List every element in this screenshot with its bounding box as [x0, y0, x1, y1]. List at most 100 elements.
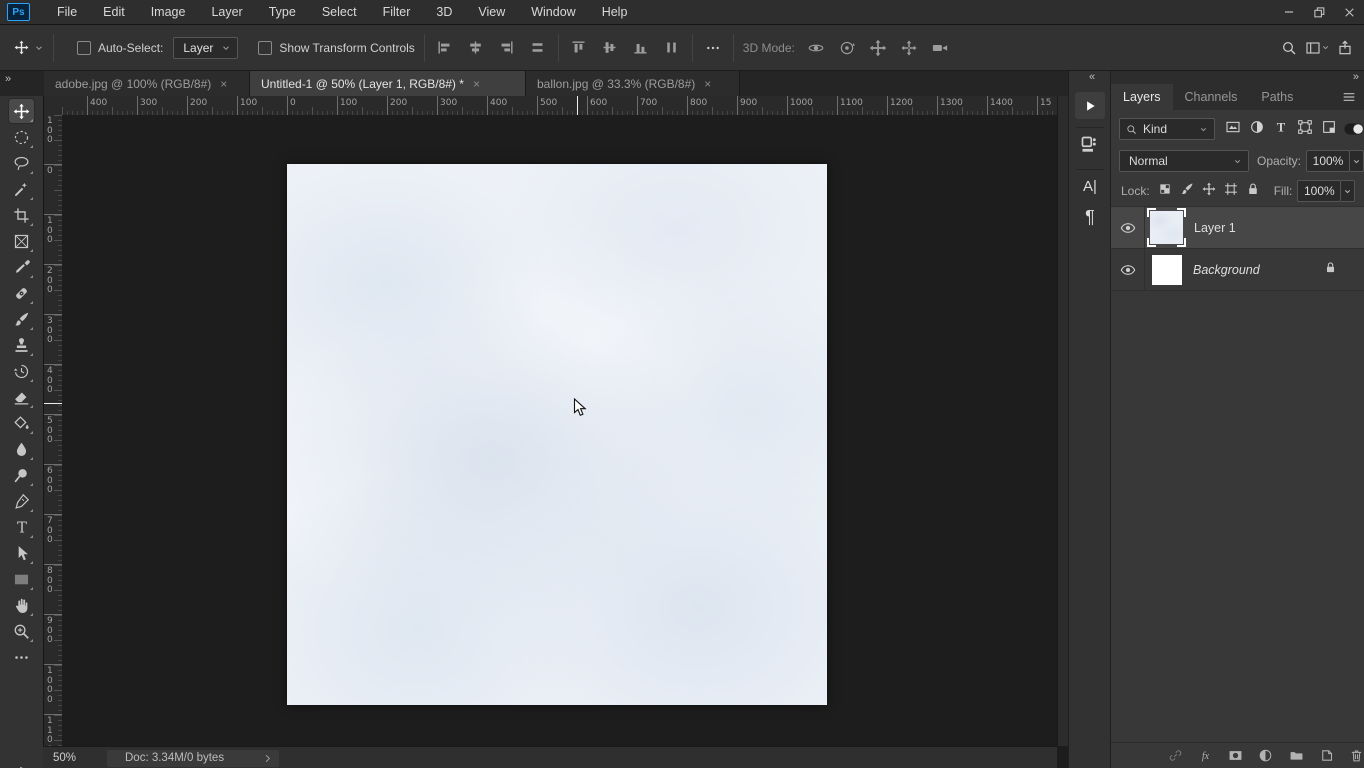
rectangle-tool[interactable] — [9, 567, 34, 591]
actions-panel-button[interactable] — [1075, 92, 1105, 119]
close-button[interactable] — [1334, 0, 1364, 24]
panel-tab-paths[interactable]: Paths — [1249, 84, 1305, 110]
menu-item-edit[interactable]: Edit — [90, 1, 138, 24]
lock-artboard-button[interactable] — [1224, 182, 1238, 201]
character-panel-button[interactable]: A| — [1069, 178, 1111, 195]
align-top-edges-button[interactable] — [568, 37, 590, 59]
filter-toggle-icon[interactable] — [1343, 118, 1364, 140]
pen-tool[interactable] — [9, 489, 34, 513]
fill-value-field[interactable]: 100% — [1297, 180, 1342, 202]
align-left-edges-button[interactable] — [434, 37, 456, 59]
lock-pixels-button[interactable] — [1180, 182, 1194, 201]
menu-item-view[interactable]: View — [465, 1, 518, 24]
distribute-horizontal-centers-button[interactable] — [661, 37, 683, 59]
new-group-button[interactable] — [1288, 747, 1305, 765]
zoom-tool[interactable] — [9, 619, 34, 643]
panel-menu-icon[interactable] — [1341, 89, 1357, 105]
ruler-origin-corner[interactable] — [43, 96, 63, 116]
search-button[interactable] — [1278, 37, 1300, 59]
current-tool-indicator[interactable] — [14, 40, 44, 55]
panel-tab-channels[interactable]: Channels — [1173, 84, 1250, 110]
marquee-tool[interactable] — [9, 125, 34, 149]
layer-style-button[interactable]: fx — [1197, 747, 1214, 765]
align-bottom-edges-button[interactable] — [630, 37, 652, 59]
menu-item-window[interactable]: Window — [518, 1, 588, 24]
vertical-ruler[interactable]: 1 0 0 0 1 0 0 2 0 0 3 0 0 4 0 0 5 0 0 6 0 0 7 0 … — [43, 115, 63, 746]
frame-tool[interactable] — [9, 229, 34, 253]
filter-smart-object-filter-button[interactable] — [1321, 119, 1337, 140]
filter-adjustment-layer-filter-button[interactable] — [1249, 119, 1265, 140]
filter-type-layer-filter-button[interactable]: T — [1273, 119, 1289, 140]
filter-pixel-layer-filter-button[interactable] — [1225, 119, 1241, 140]
lock-all-button[interactable] — [1246, 182, 1260, 201]
adjustment-layer-button[interactable] — [1257, 747, 1274, 765]
hand-tool[interactable] — [9, 593, 34, 617]
auto-select-checkbox[interactable] — [77, 40, 91, 55]
more-options-button[interactable] — [702, 37, 724, 59]
restore-button[interactable] — [1304, 0, 1334, 24]
properties-panel-button[interactable] — [1079, 134, 1100, 160]
show-transform-checkbox[interactable] — [258, 40, 273, 55]
filter-kind-dropdown[interactable]: Kind — [1119, 118, 1215, 140]
distribute-vertical-centers-button[interactable] — [527, 37, 549, 59]
lock-position-button[interactable] — [1202, 182, 1216, 201]
tab-close-icon[interactable]: × — [473, 78, 480, 90]
filter-shape-layer-filter-button[interactable] — [1297, 119, 1313, 140]
auto-select-target-dropdown[interactable]: Layer — [173, 36, 239, 59]
eraser-tool[interactable] — [9, 385, 34, 409]
layer-thumbnail[interactable] — [1152, 254, 1182, 285]
menu-item-select[interactable]: Select — [309, 1, 370, 24]
drag-3d-button[interactable] — [867, 37, 889, 59]
share-button[interactable] — [1334, 37, 1356, 59]
lasso-tool[interactable] — [9, 151, 34, 175]
align-horizontal-centers-button[interactable] — [465, 37, 487, 59]
default-swap-colors[interactable] — [5, 762, 30, 768]
quick-selection-tool[interactable] — [9, 177, 34, 201]
document-tab-2[interactable]: Untitled-1 @ 50% (Layer 1, RGB/8#) * × — [250, 71, 526, 96]
document-tab-1[interactable]: adobe.jpg @ 100% (RGB/8#) × — [44, 71, 250, 96]
horizontal-ruler[interactable]: 400 300 200 100 0 100 200 300 400 500 600 700 800 900… — [62, 96, 1057, 116]
move-tool[interactable] — [9, 99, 34, 123]
blend-mode-dropdown[interactable]: Normal — [1119, 150, 1249, 172]
type-tool[interactable]: T — [9, 515, 34, 539]
menu-item-image[interactable]: Image — [138, 1, 199, 24]
align-right-edges-button[interactable] — [496, 37, 518, 59]
layer-row-background[interactable]: Background — [1111, 249, 1364, 291]
tab-close-icon[interactable]: × — [704, 78, 711, 90]
menu-item-help[interactable]: Help — [589, 1, 641, 24]
layer-visibility-toggle[interactable] — [1111, 249, 1145, 290]
dock-collapse-icon[interactable]: « — [1089, 71, 1095, 83]
paragraph-panel-button[interactable]: ¶ — [1069, 207, 1111, 228]
document-info[interactable]: Doc: 3.34M/0 bytes — [107, 749, 279, 767]
menu-item-3d[interactable]: 3D — [423, 1, 465, 24]
minimize-button[interactable] — [1274, 0, 1304, 24]
dodge-tool[interactable] — [9, 463, 34, 487]
menu-item-layer[interactable]: Layer — [198, 1, 255, 24]
clone-stamp-tool[interactable] — [9, 333, 34, 357]
delete-layer-button[interactable] — [1348, 747, 1364, 765]
align-vertical-centers-button[interactable] — [599, 37, 621, 59]
new-layer-button[interactable] — [1318, 747, 1335, 765]
slide-3d-button[interactable] — [898, 37, 920, 59]
dock-expand-icon[interactable]: » — [1353, 71, 1359, 83]
menu-item-type[interactable]: Type — [256, 1, 309, 24]
menu-item-filter[interactable]: Filter — [370, 1, 424, 24]
path-selection-tool[interactable] — [9, 541, 34, 565]
eyedropper-tool[interactable] — [9, 255, 34, 279]
blur-tool[interactable] — [9, 437, 34, 461]
crop-tool[interactable] — [9, 203, 34, 227]
tab-overflow-icon[interactable]: » — [5, 73, 11, 85]
history-brush-tool[interactable] — [9, 359, 34, 383]
camera-3d-button[interactable] — [929, 37, 951, 59]
canvas[interactable] — [287, 164, 827, 705]
zoom-level-field[interactable]: 50% — [53, 752, 93, 764]
edit-toolbar[interactable] — [9, 645, 34, 669]
layer-visibility-toggle[interactable] — [1111, 207, 1145, 248]
workspace-button[interactable] — [1300, 37, 1334, 59]
healing-brush-tool[interactable] — [9, 281, 34, 305]
layer-thumbnail[interactable] — [1147, 208, 1186, 247]
roll-3d-button[interactable] — [836, 37, 858, 59]
orbit-3d-button[interactable] — [805, 37, 827, 59]
panel-tab-layers[interactable]: Layers — [1111, 84, 1173, 110]
gradient-tool[interactable] — [9, 411, 34, 435]
